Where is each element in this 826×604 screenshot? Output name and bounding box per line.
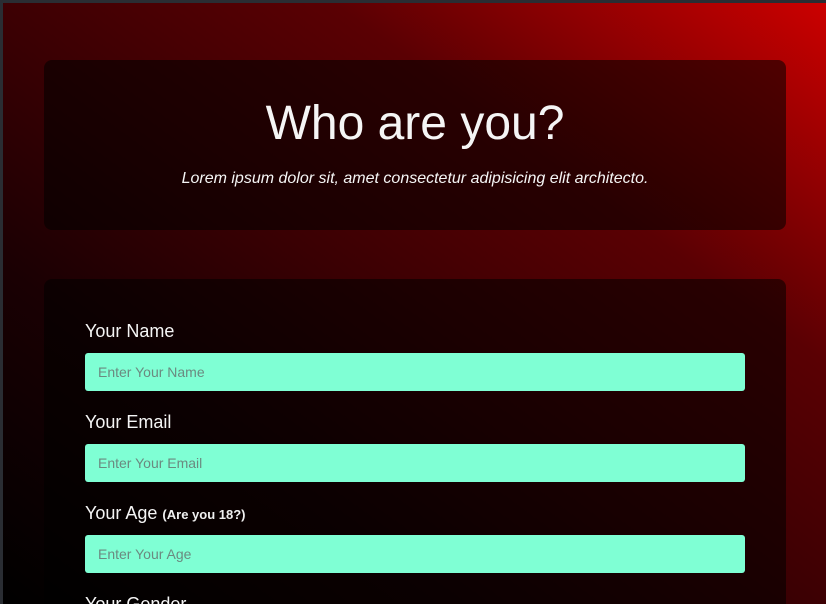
page-title: Who are you? <box>265 97 565 150</box>
gender-label-text: Your Gender <box>85 594 187 604</box>
name-label-text: Your Name <box>85 321 175 341</box>
page-subtitle: Lorem ipsum dolor sit, amet consectetur … <box>181 170 649 187</box>
age-hint: (Are you 18?) <box>162 507 246 522</box>
name-label: Your Name <box>85 321 174 342</box>
email-label: Your Email <box>85 412 171 433</box>
age-input[interactable] <box>85 535 745 573</box>
age-label-text: Your Age <box>85 503 158 523</box>
email-label-text: Your Email <box>85 412 172 432</box>
survey-form: Your Name Your Email Your Age (Are you 1… <box>44 279 786 604</box>
age-label: Your Age (Are you 18?) <box>85 503 246 524</box>
name-input[interactable] <box>85 353 745 391</box>
page-background: Who are you? Lorem ipsum dolor sit, amet… <box>3 3 826 604</box>
header-card: Who are you? Lorem ipsum dolor sit, amet… <box>44 60 786 230</box>
email-input[interactable] <box>85 444 745 482</box>
gender-label: Your Gender <box>85 594 186 604</box>
